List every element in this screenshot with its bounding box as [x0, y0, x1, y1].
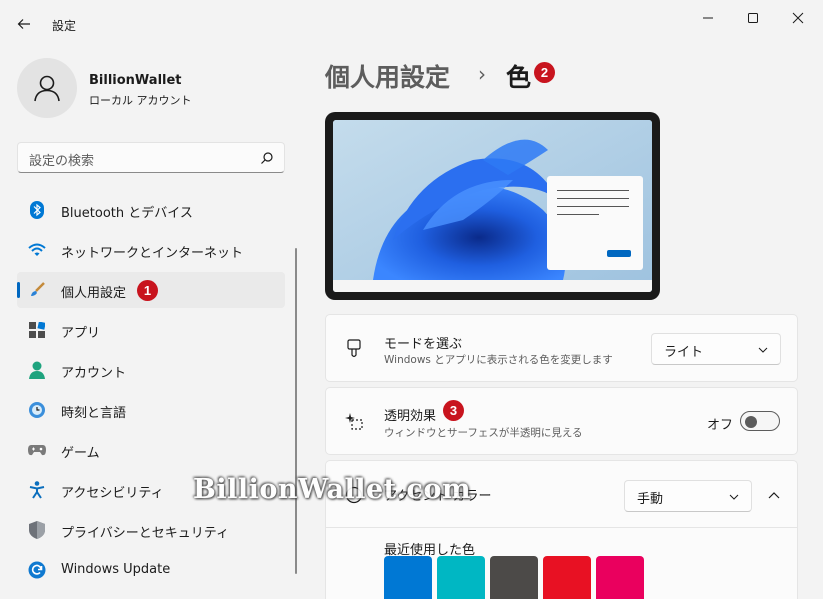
sidebar-item-gaming[interactable]: ゲーム [17, 432, 285, 468]
toggle-knob [745, 416, 757, 428]
preview-accent-button [607, 250, 631, 257]
minimize-button[interactable] [686, 4, 730, 32]
color-swatch[interactable] [490, 556, 538, 599]
mode-card: モードを選ぶ Windows とアプリに表示される色を変更します ライト [325, 314, 798, 382]
mode-dropdown[interactable]: ライト [651, 333, 781, 365]
accessibility-icon [28, 481, 46, 499]
preview-line [557, 214, 599, 215]
sidebar-item-label: プライバシーとセキュリティ [61, 526, 229, 541]
avatar[interactable] [17, 58, 77, 118]
preview-taskbar [333, 280, 652, 292]
active-indicator [17, 282, 20, 298]
update-icon [28, 561, 46, 579]
sidebar-item-network[interactable]: ネットワークとインターネット [17, 232, 285, 268]
sidebar-item-bluetooth[interactable]: Bluetooth とデバイス [17, 192, 285, 228]
sidebar-item-personalization[interactable]: 個人用設定 1 [17, 272, 285, 308]
sidebar-scrollbar[interactable] [295, 248, 297, 574]
step-badge-1: 1 [137, 280, 158, 301]
back-button[interactable] [10, 10, 38, 38]
sidebar-item-label: 個人用設定 [61, 286, 127, 301]
divider [326, 527, 797, 528]
sidebar-item-label: アカウント [61, 366, 127, 381]
search-placeholder: 設定の検索 [29, 154, 95, 169]
color-swatch[interactable] [596, 556, 644, 599]
color-swatch[interactable] [543, 556, 591, 599]
preview-desktop [333, 120, 652, 292]
transparency-subtitle: ウィンドウとサーフェスが半透明に見える [384, 427, 583, 439]
sidebar-item-accounts[interactable]: アカウント [17, 352, 285, 388]
back-arrow-icon [17, 19, 30, 29]
minimize-icon [703, 17, 713, 19]
sidebar-item-privacy[interactable]: プライバシーとセキュリティ [17, 512, 285, 548]
close-icon [792, 12, 804, 24]
step-badge-3: 3 [443, 400, 464, 421]
accent-dropdown-value: 手動 [637, 492, 664, 507]
search-icon [261, 152, 273, 164]
sidebar-item-label: ゲーム [61, 446, 100, 461]
transparency-title: 透明効果 [384, 409, 437, 424]
chevron-down-icon [758, 347, 768, 353]
app-title: 設定 [52, 19, 77, 33]
sidebar-item-time-language[interactable]: 時刻と言語 [17, 392, 285, 428]
sidebar-item-label: ネットワークとインターネット [61, 246, 244, 261]
sidebar-item-apps[interactable]: アプリ [17, 312, 285, 348]
paintbrush-icon [344, 339, 364, 359]
accent-dropdown[interactable]: 手動 [624, 480, 752, 512]
sidebar-item-windows-update[interactable]: Windows Update [17, 552, 285, 588]
person-icon [28, 361, 46, 379]
shield-icon [28, 521, 46, 539]
step-badge-2: 2 [534, 62, 555, 83]
bluetooth-icon [28, 201, 46, 219]
color-swatch[interactable] [437, 556, 485, 599]
mode-dropdown-value: ライト [664, 345, 704, 360]
account-type: ローカル アカウント [89, 94, 192, 107]
maximize-button[interactable] [731, 4, 775, 32]
breadcrumb-separator: › [478, 62, 486, 86]
breadcrumb-parent[interactable]: 個人用設定 [325, 58, 450, 94]
preview-line [557, 190, 629, 191]
chevron-down-icon [729, 494, 739, 500]
color-swatch[interactable] [384, 556, 432, 599]
mode-subtitle: Windows とアプリに表示される色を変更します [384, 354, 613, 366]
user-name: BillionWallet [89, 73, 182, 88]
sidebar-item-label: Windows Update [61, 562, 171, 577]
gamepad-icon [28, 441, 46, 459]
page-title: 色 [506, 63, 532, 92]
mode-title: モードを選ぶ [384, 337, 463, 352]
chevron-up-icon [768, 492, 780, 499]
brush-icon [28, 281, 46, 299]
toggle-state-label: オフ [707, 418, 734, 433]
watermark: BillionWallet.com [193, 474, 472, 505]
sidebar-item-label: 時刻と言語 [61, 406, 127, 421]
sidebar-item-label: アクセシビリティ [61, 486, 164, 501]
search-input[interactable]: 設定の検索 [17, 142, 285, 173]
apps-icon [28, 321, 46, 339]
theme-preview [325, 112, 660, 300]
preview-line [557, 198, 629, 199]
sidebar-item-label: アプリ [61, 326, 101, 341]
sparkle-icon [344, 411, 364, 431]
preview-window [547, 176, 643, 270]
clock-globe-icon [28, 401, 46, 419]
wifi-icon [28, 241, 46, 259]
title-bar: 設定 [0, 0, 823, 48]
transparency-toggle[interactable] [740, 411, 780, 431]
sidebar-item-label: Bluetooth とデバイス [61, 206, 193, 221]
collapse-button[interactable] [759, 481, 789, 511]
transparency-card: 透明効果 ウィンドウとサーフェスが半透明に見える オフ [325, 387, 798, 455]
preview-line [557, 206, 629, 207]
close-button[interactable] [776, 4, 820, 32]
person-icon [34, 75, 60, 102]
maximize-icon [748, 13, 758, 23]
